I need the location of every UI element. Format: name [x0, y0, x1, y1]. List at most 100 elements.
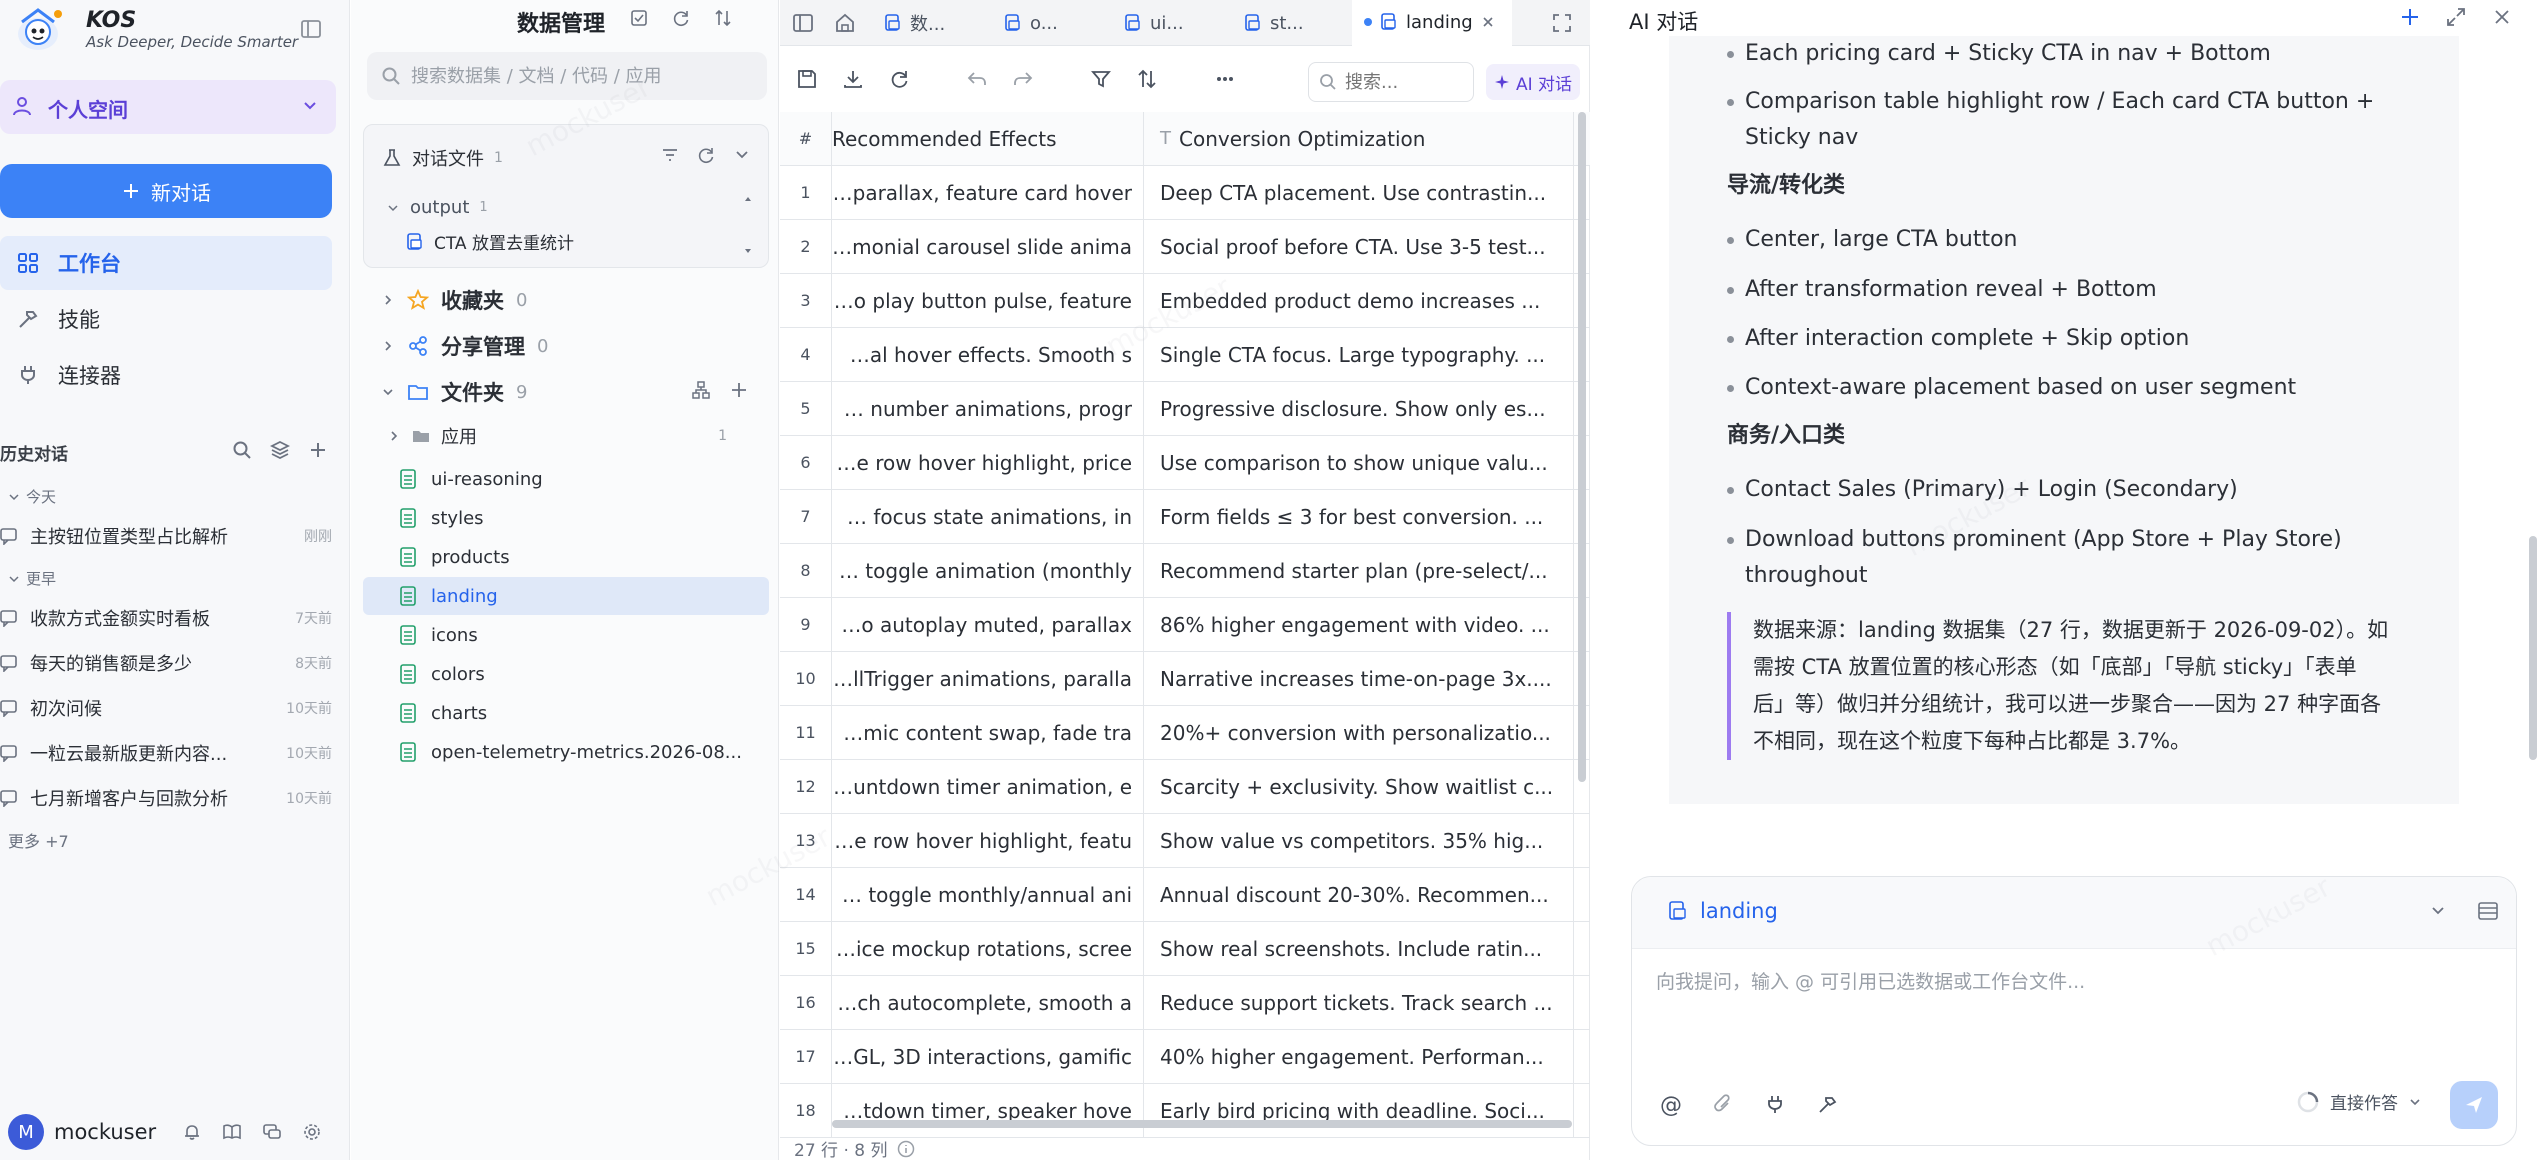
- cell-recommended-effects[interactable]: Table row hover highlight, featu...: [832, 814, 1144, 867]
- checklist-icon[interactable]: [629, 8, 649, 28]
- close-icon[interactable]: [1481, 15, 1495, 29]
- cell-recommended-effects[interactable]: WebGL, 3D interactions, gamific...: [832, 1030, 1144, 1083]
- add-icon[interactable]: [729, 380, 749, 400]
- avatar[interactable]: M: [8, 1114, 44, 1150]
- context-dataset[interactable]: landing: [1668, 899, 1778, 923]
- cell-conversion-optimization[interactable]: Single CTA focus. Large typography. ...: [1144, 328, 1574, 381]
- cell-recommended-effects[interactable]: Table row hover highlight, price ...: [832, 436, 1144, 489]
- fullscreen-icon[interactable]: [1540, 0, 1586, 46]
- history-item[interactable]: 一粒云最新版更新内容... 10天前: [0, 733, 336, 773]
- history-item[interactable]: 七月新增客户与回款分析 10天前: [0, 778, 336, 818]
- attach-icon[interactable]: [1712, 1093, 1734, 1118]
- table-row[interactable]: 10ScrollTrigger animations, paralla... Na…: [780, 652, 1590, 706]
- table-row[interactable]: 13Table row hover highlight, featu... Sho…: [780, 814, 1590, 868]
- table-row[interactable]: 14Price toggle monthly/annual ani... Annu…: [780, 868, 1590, 922]
- nav-item-workbench[interactable]: 工作台: [0, 236, 332, 290]
- table-row[interactable]: 1Hero parallax, feature card hover... Dee…: [780, 166, 1590, 220]
- search-icon[interactable]: [232, 440, 252, 460]
- new-chat-button[interactable]: 新对话: [0, 164, 332, 218]
- tree-scrollbar[interactable]: [744, 195, 751, 255]
- plug-icon[interactable]: [1764, 1093, 1786, 1118]
- table-row[interactable]: 15Device mockup rotations, scree... Show …: [780, 922, 1590, 976]
- cell-conversion-optimization[interactable]: Show real screenshots. Include ratin...: [1144, 922, 1574, 975]
- cell-recommended-effects[interactable]: Dynamic content swap, fade tra...: [832, 706, 1144, 759]
- info-icon[interactable]: [897, 1140, 915, 1158]
- section-favorites[interactable]: 收藏夹 0: [381, 280, 527, 320]
- ai-chat-button[interactable]: AI 对话: [1486, 64, 1580, 100]
- history-item[interactable]: 收款方式金额实时看板 7天前: [0, 598, 336, 638]
- cell-conversion-optimization[interactable]: 20%+ conversion with personalizatio...: [1144, 706, 1574, 759]
- nav-item-skills[interactable]: 技能: [0, 292, 332, 346]
- cell-recommended-effects[interactable]: Form focus state animations, in...: [832, 490, 1144, 543]
- save-icon[interactable]: [796, 68, 818, 90]
- cell-recommended-effects[interactable]: Minimal hover effects. Smooth s...: [832, 328, 1144, 381]
- refresh-icon[interactable]: [888, 68, 910, 90]
- download-icon[interactable]: [842, 68, 864, 90]
- cell-recommended-effects[interactable]: Step number animations, progr...: [832, 382, 1144, 435]
- sort-icon[interactable]: [1136, 68, 1158, 90]
- cell-conversion-optimization[interactable]: 40% higher engagement. Performan...: [1144, 1030, 1574, 1083]
- cell-conversion-optimization[interactable]: Annual discount 20-30%. Recommen...: [1144, 868, 1574, 921]
- table-row[interactable]: 5Step number animations, progr... Progres…: [780, 382, 1590, 436]
- cell-conversion-optimization[interactable]: Use comparison to show unique valu...: [1144, 436, 1574, 489]
- redo-icon[interactable]: [1012, 68, 1034, 90]
- book-icon[interactable]: [222, 1122, 242, 1142]
- cell-conversion-optimization[interactable]: Social proof before CTA. Use 3-5 test...: [1144, 220, 1574, 273]
- bell-icon[interactable]: [182, 1122, 202, 1142]
- close-icon[interactable]: [2491, 6, 2513, 28]
- horizontal-scrollbar[interactable]: [832, 1120, 1572, 1128]
- table-row[interactable]: 18Countdown timer, speaker hove... Early …: [780, 1084, 1590, 1138]
- table-row[interactable]: 2Testimonial carousel slide anima... Soci…: [780, 220, 1590, 274]
- filter-icon[interactable]: [660, 145, 680, 165]
- cell-conversion-optimization[interactable]: Reduce support tickets. Track search ...: [1144, 976, 1574, 1029]
- collapse-sidebar-icon[interactable]: [296, 14, 326, 44]
- refresh-icon[interactable]: [696, 145, 716, 165]
- table-row[interactable]: 17WebGL, 3D interactions, gamific... 40% …: [780, 1030, 1590, 1084]
- table-row[interactable]: 9Video autoplay muted, parallax ... 86% h…: [780, 598, 1590, 652]
- file-item[interactable]: styles: [363, 499, 769, 537]
- history-item[interactable]: 每天的销售额是多少 8天前: [0, 643, 336, 683]
- history-group-today[interactable]: 今天: [8, 486, 56, 507]
- cell-conversion-optimization[interactable]: Recommend starter plan (pre-select/...: [1144, 544, 1574, 597]
- conversation-files-header[interactable]: 对话文件 1: [382, 145, 503, 171]
- more-icon[interactable]: [1214, 68, 1236, 90]
- chat-scrollbar[interactable]: [2529, 536, 2537, 760]
- column-header-index[interactable]: #: [780, 112, 832, 165]
- send-button[interactable]: [2450, 1081, 2498, 1129]
- file-item[interactable]: icons: [363, 616, 769, 654]
- add-icon[interactable]: [308, 440, 328, 460]
- cell-recommended-effects[interactable]: ScrollTrigger animations, paralla...: [832, 652, 1144, 705]
- table-row[interactable]: 6Table row hover highlight, price ... Use…: [780, 436, 1590, 490]
- table-row[interactable]: 8Price toggle animation (monthly... Recom…: [780, 544, 1590, 598]
- history-item[interactable]: 初次问候 10天前: [0, 688, 336, 728]
- mention-icon[interactable]: @: [1660, 1093, 1682, 1118]
- file-item[interactable]: charts: [363, 694, 769, 732]
- cell-conversion-optimization[interactable]: 86% higher engagement with video. ...: [1144, 598, 1574, 651]
- cell-recommended-effects[interactable]: Search autocomplete, smooth a...: [832, 976, 1144, 1029]
- nav-item-connectors[interactable]: 连接器: [0, 348, 332, 402]
- plus-icon[interactable]: [2399, 6, 2421, 28]
- cell-conversion-optimization[interactable]: Narrative increases time-on-page 3x....: [1144, 652, 1574, 705]
- cell-conversion-optimization[interactable]: Progressive disclosure. Show only es...: [1144, 382, 1574, 435]
- table-row[interactable]: 7Form focus state animations, in... Form …: [780, 490, 1590, 544]
- table-row[interactable]: 12Countdown timer animation, e... Scarcit…: [780, 760, 1590, 814]
- file-item[interactable]: ui-reasoning: [363, 460, 769, 498]
- table-view-icon[interactable]: [2476, 899, 2500, 923]
- section-share[interactable]: 分享管理 0: [381, 326, 548, 366]
- tab-landing[interactable]: landing: [1352, 0, 1512, 46]
- conversation-file-item[interactable]: CTA 放置去重统计: [406, 229, 574, 254]
- tab-dataset-4[interactable]: st...: [1232, 0, 1346, 46]
- chat-input[interactable]: [1656, 967, 2486, 1057]
- chat-icon[interactable]: [262, 1122, 282, 1142]
- cell-recommended-effects[interactable]: Video autoplay muted, parallax ...: [832, 598, 1144, 651]
- cell-recommended-effects[interactable]: Video play button pulse, feature...: [832, 274, 1144, 327]
- cell-recommended-effects[interactable]: Hero parallax, feature card hover...: [832, 166, 1144, 219]
- dataset-search-input[interactable]: [411, 65, 741, 87]
- user-name[interactable]: mockuser: [54, 1120, 156, 1144]
- undo-icon[interactable]: [966, 68, 988, 90]
- tree-structure-icon[interactable]: [691, 380, 711, 400]
- table-search-input[interactable]: [1345, 71, 1455, 93]
- cell-recommended-effects[interactable]: Price toggle monthly/annual ani...: [832, 868, 1144, 921]
- gear-icon[interactable]: [302, 1122, 322, 1142]
- tab-dataset-2[interactable]: o...: [992, 0, 1106, 46]
